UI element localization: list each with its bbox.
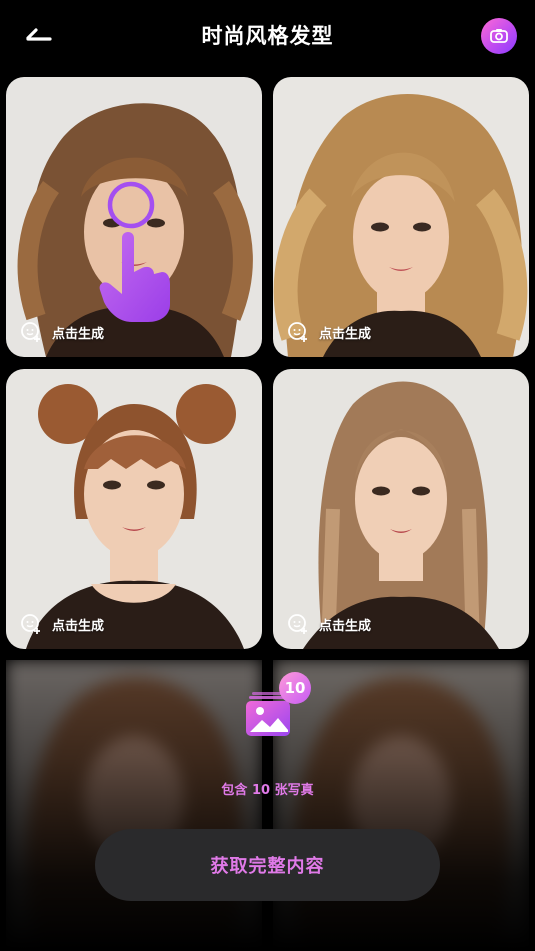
camera-icon: [490, 29, 508, 43]
style-card-1[interactable]: 点击生成: [6, 77, 262, 357]
portrait-photo-space-buns: [6, 369, 262, 649]
portrait-photo-long-straight: [273, 369, 529, 649]
generate-action[interactable]: 点击生成: [287, 613, 371, 635]
generate-label: 点击生成: [52, 326, 105, 342]
top-bar: 时尚风格发型: [0, 0, 535, 72]
generate-action[interactable]: 点击生成: [20, 321, 104, 343]
portrait-photo-wavy-brown: [6, 77, 262, 357]
generate-action[interactable]: 点击生成: [20, 613, 104, 635]
get-full-content-label: 获取完整内容: [210, 856, 325, 877]
bundle-description: 包含 10 张写真: [221, 783, 314, 798]
get-full-content-button[interactable]: 获取完整内容: [95, 829, 440, 901]
camera-button[interactable]: [481, 18, 517, 54]
face-add-icon: [21, 614, 40, 634]
generate-label: 点击生成: [319, 326, 372, 342]
generate-label: 点击生成: [319, 618, 372, 634]
face-add-icon: [21, 322, 40, 342]
portrait-photo-blonde-waves: [273, 77, 529, 357]
photo-count-badge: 10: [279, 672, 311, 704]
style-card-4[interactable]: 点击生成: [273, 369, 529, 649]
face-add-icon: [288, 322, 307, 342]
generate-action[interactable]: 点击生成: [287, 321, 371, 343]
face-add-icon: [288, 614, 307, 634]
generate-label: 点击生成: [52, 618, 105, 634]
style-card-3[interactable]: 点击生成: [6, 369, 262, 649]
style-card-2[interactable]: 点击生成: [273, 77, 529, 357]
page-title: 时尚风格发型: [201, 24, 334, 48]
